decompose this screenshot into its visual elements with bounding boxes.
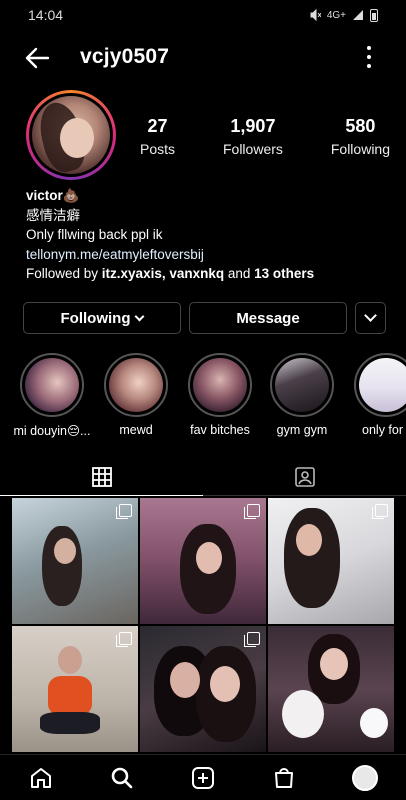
highlight-item[interactable]: only for f [346, 353, 406, 437]
status-icons: 4G+ [309, 8, 378, 22]
network-type: 4G+ [326, 9, 346, 21]
status-bar: 14:04 4G+ [0, 0, 406, 30]
tab-posts-grid[interactable] [0, 458, 203, 496]
add-post-icon [191, 766, 214, 789]
following-button[interactable]: Following [23, 302, 181, 334]
followed-by[interactable]: Followed by itz.xyaxis, vanxnkq and 13 o… [26, 264, 386, 284]
stat-followers[interactable]: 1,907 Followers [223, 116, 283, 157]
profile-bio: victor💩 感情洁癖 Only fllwing back ppl ik te… [26, 186, 386, 284]
search-icon [111, 767, 133, 788]
status-time: 14:04 [28, 7, 64, 23]
highlight-cover [359, 358, 406, 412]
battery-icon [370, 8, 378, 22]
bio-line: 感情洁癖 [26, 207, 80, 223]
home-icon [30, 767, 51, 788]
highlight-item[interactable]: gym gym [262, 353, 342, 437]
ghost-sticker [360, 708, 388, 738]
post-thumbnail[interactable] [268, 498, 394, 624]
stat-value: 1,907 [230, 116, 276, 136]
tagged-icon [294, 467, 315, 487]
back-arrow-icon[interactable] [24, 46, 50, 70]
post-thumbnail[interactable] [12, 498, 138, 624]
suggested-accounts-button[interactable] [355, 302, 386, 334]
message-label: Message [236, 309, 300, 327]
profile-stats: 27 Posts 1,907 Followers 580 Following [140, 116, 390, 157]
multiple-posts-icon [244, 632, 260, 647]
shop-icon [275, 767, 294, 788]
highlight-cover [193, 358, 247, 412]
followed-by-users: itz.xyaxis, vanxnkq [101, 266, 225, 281]
followed-by-others: 13 others [254, 266, 315, 281]
following-label: Following [60, 309, 131, 327]
story-highlights: mi douyin😔... mewd fav bitches gym gym o… [0, 353, 406, 443]
nav-add-post[interactable] [188, 763, 218, 793]
multiple-posts-icon [116, 632, 132, 647]
bottom-navigation [0, 754, 406, 800]
highlight-item[interactable]: mewd [96, 353, 176, 437]
chevron-down-icon [135, 311, 145, 321]
multiple-posts-icon [244, 504, 260, 519]
profile-avatar-icon [352, 764, 379, 791]
profile-tabs [0, 458, 406, 496]
tab-tagged[interactable] [203, 458, 406, 496]
multiple-posts-icon [372, 504, 388, 519]
nav-search[interactable] [107, 763, 137, 793]
nav-home[interactable] [26, 763, 56, 793]
highlight-cover [109, 358, 163, 412]
stat-value: 580 [345, 116, 376, 136]
highlight-label: gym gym [276, 423, 328, 437]
more-options-icon[interactable] [366, 46, 372, 68]
followed-by-prefix: Followed by [26, 266, 102, 281]
stat-following[interactable]: 580 Following [331, 116, 390, 157]
highlight-cover [25, 358, 79, 412]
bio-link[interactable]: tellonym.me/eatmyleftoversbij [26, 245, 386, 265]
post-thumbnail[interactable] [268, 626, 394, 752]
message-button[interactable]: Message [189, 302, 347, 334]
bio-line: Only fllwing back ppl ik [26, 227, 163, 242]
highlight-label: fav bitches [190, 423, 250, 437]
post-thumbnail[interactable] [140, 626, 266, 752]
highlight-label: only for f [362, 423, 406, 437]
stat-posts[interactable]: 27 Posts [140, 116, 175, 157]
stat-label: Followers [222, 141, 283, 157]
avatar-photo [32, 96, 110, 174]
posts-grid [12, 498, 394, 752]
post-thumbnail[interactable] [12, 626, 138, 752]
stat-label: Posts [140, 141, 176, 157]
profile-name: victor💩 [26, 188, 80, 203]
stat-label: Following [330, 141, 390, 157]
nav-profile[interactable] [350, 763, 380, 793]
nav-shop[interactable] [269, 763, 299, 793]
highlight-label: mewd [119, 423, 153, 437]
highlight-item[interactable]: fav bitches [180, 353, 260, 437]
multiple-posts-icon [116, 504, 132, 519]
highlight-item[interactable]: mi douyin😔... [12, 353, 92, 438]
post-thumbnail[interactable] [140, 498, 266, 624]
profile-avatar[interactable] [26, 90, 116, 180]
followed-by-mid: and [224, 266, 255, 281]
signal-icon [353, 10, 363, 20]
highlight-label: mi douyin😔... [13, 424, 91, 438]
profile-actions: Following Message [23, 302, 386, 334]
profile-header: vcjy0507 [0, 36, 406, 80]
profile-username: vcjy0507 [80, 45, 170, 68]
grid-icon [91, 466, 112, 487]
mute-icon [310, 9, 321, 21]
chevron-down-icon [364, 309, 377, 322]
stat-value: 27 [147, 116, 168, 136]
highlight-cover [275, 358, 329, 412]
